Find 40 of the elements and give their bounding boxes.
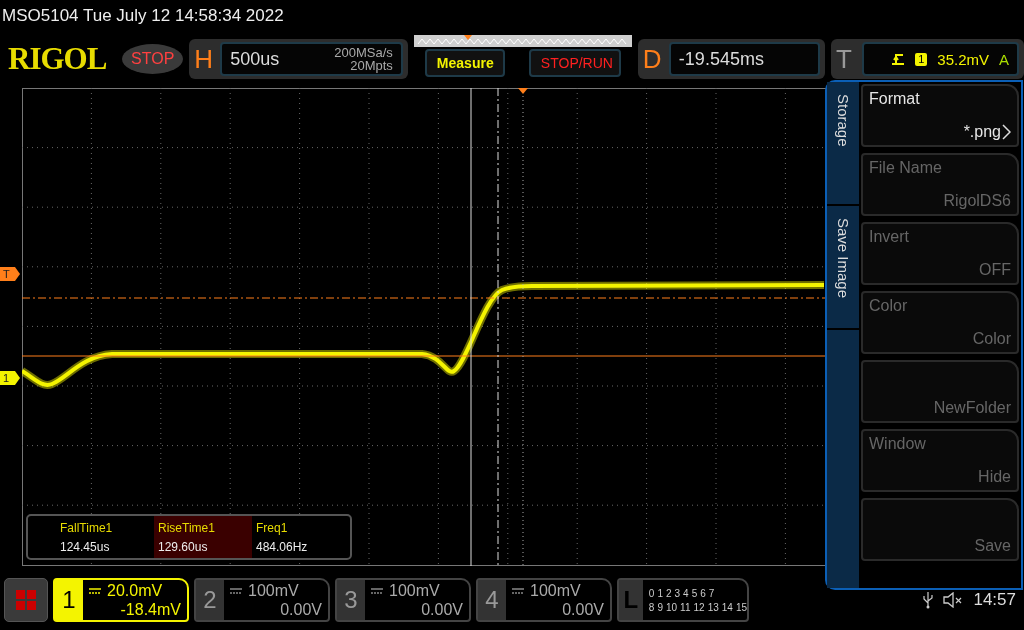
delay-label: D	[642, 43, 663, 75]
trigger-source-badge: 1	[915, 52, 928, 66]
usb-icon	[923, 591, 934, 609]
channel-button[interactable]: 2 100mV 0.00V	[194, 578, 330, 622]
horizontal-label: H	[194, 43, 215, 75]
menu-tab[interactable]: Save Image	[827, 206, 859, 330]
window-title: MSO5104 Tue July 12 14:58:34 2022	[1, 5, 285, 27]
trigger-panel[interactable]: T 1 35.2mV A	[831, 39, 1024, 79]
trigger-mode: A	[999, 50, 1009, 68]
delay-panel[interactable]: D -19.545ms	[637, 39, 825, 79]
dc-coupling-icon	[230, 587, 242, 594]
grid-icon	[15, 589, 37, 611]
rising-edge-icon	[891, 52, 906, 66]
apps-menu-button[interactable]	[4, 578, 48, 622]
trigger-level: 35.2mV	[937, 50, 989, 68]
trigger-marker[interactable]: T	[0, 267, 20, 281]
trigger-label: T	[836, 43, 853, 75]
memory-depth: 20Mpts	[350, 59, 393, 72]
sample-rate: 200MSa/s	[334, 46, 393, 59]
channel-marker[interactable]: 1	[0, 371, 20, 385]
trigger-position-icon	[518, 88, 528, 94]
measurement-item[interactable]: Freq1 484.06Hz	[252, 516, 350, 558]
stop-run-button[interactable]: STOP/RUN	[528, 49, 621, 77]
timebase-value: 500us	[230, 48, 280, 70]
channel-button[interactable]: 1 20.0mV -18.4mV	[53, 578, 189, 622]
measurement-item[interactable]: FallTime1 124.45us	[56, 516, 154, 558]
dc-coupling-icon	[512, 587, 524, 594]
menu-item[interactable]: Format *.png	[861, 84, 1019, 147]
channel-button[interactable]: 3 100mV 0.00V	[335, 578, 471, 622]
menu-tab[interactable]: Storage	[827, 82, 859, 206]
mute-icon	[943, 592, 964, 608]
measurement-item[interactable]: RiseTime1 129.60us	[154, 516, 252, 558]
delay-value: -19.545ms	[678, 48, 764, 70]
dc-coupling-icon	[89, 587, 101, 594]
clock: 14:57	[973, 590, 1016, 610]
horizontal-panel[interactable]: H 500us 200MSa/s 20Mpts	[189, 39, 408, 79]
dc-coupling-icon	[371, 587, 383, 594]
logo: RIGOL	[8, 41, 108, 77]
channel-button[interactable]: 4 100mV 0.00V	[476, 578, 612, 622]
measure-button[interactable]: Measure	[424, 49, 505, 77]
